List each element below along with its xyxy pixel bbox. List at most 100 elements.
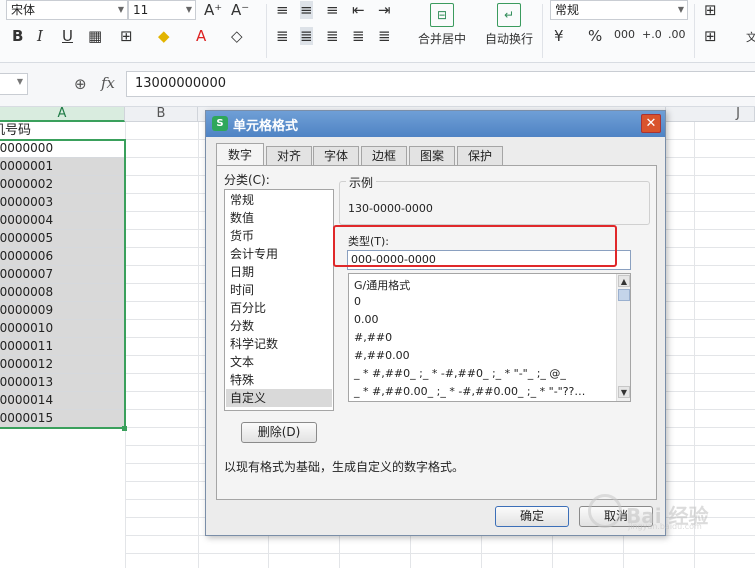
- tab-border[interactable]: 边框: [361, 146, 407, 165]
- align-top-icon[interactable]: ≡: [276, 1, 289, 19]
- thousands-button[interactable]: 000: [614, 28, 635, 41]
- decrease-decimal-button[interactable]: .00: [668, 28, 686, 41]
- highlight-annotation: [333, 225, 617, 267]
- formula-bar: ▼ ⊕ fx 13000000000: [0, 63, 755, 107]
- category-list[interactable]: 常规 数值 货币 会计专用 日期 时间 百分比 分数 科学记数 文本 特殊 自定义: [224, 189, 334, 411]
- wrap-text-button[interactable]: ↵ 自动换行: [478, 3, 540, 47]
- column-header-j[interactable]: J: [666, 107, 755, 122]
- category-item[interactable]: 日期: [226, 263, 332, 281]
- cell-a4[interactable]: 00000002: [0, 176, 124, 194]
- delete-button[interactable]: 删除(D): [241, 422, 317, 443]
- tab-protection[interactable]: 保护: [457, 146, 503, 165]
- category-item[interactable]: 时间: [226, 281, 332, 299]
- category-item[interactable]: 自定义: [226, 389, 332, 407]
- cell-a8[interactable]: 00000006: [0, 248, 124, 266]
- currency-icon[interactable]: ¥: [554, 27, 564, 45]
- format-item[interactable]: #,##0.00: [354, 349, 410, 362]
- category-item[interactable]: 常规: [226, 191, 332, 209]
- category-item[interactable]: 分数: [226, 317, 332, 335]
- shrink-font-button[interactable]: A⁻: [231, 1, 249, 19]
- border-icon[interactable]: ▦: [88, 27, 102, 45]
- cell-a14[interactable]: 00000012: [0, 356, 124, 374]
- cell-a3[interactable]: 00000001: [0, 158, 124, 176]
- column-header-b[interactable]: B: [125, 107, 198, 122]
- cell-a12[interactable]: 00000010: [0, 320, 124, 338]
- format-item[interactable]: 0.00: [354, 313, 379, 326]
- conditional-format-icon[interactable]: ⊞: [704, 1, 717, 19]
- cell-a10[interactable]: 00000008: [0, 284, 124, 302]
- font-color-icon[interactable]: A: [196, 27, 206, 45]
- merge-center-button[interactable]: ⊟ 合并居中: [410, 3, 474, 47]
- format-icon[interactable]: ⊞: [120, 27, 133, 45]
- tab-number[interactable]: 数字: [216, 143, 264, 166]
- bold-button[interactable]: B: [12, 27, 23, 45]
- align-left-icon[interactable]: ≣: [276, 27, 289, 45]
- font-size-select[interactable]: 11 ▼: [128, 0, 196, 20]
- dialog-titlebar[interactable]: S 单元格格式 ✕: [206, 111, 665, 137]
- cell-a2[interactable]: 00000000: [0, 140, 124, 158]
- tab-pattern[interactable]: 图案: [409, 146, 455, 165]
- percent-button[interactable]: %: [588, 27, 602, 45]
- category-item[interactable]: 会计专用: [226, 245, 332, 263]
- cell-a15[interactable]: 00000013: [0, 374, 124, 392]
- scroll-down-icon[interactable]: ▼: [618, 386, 630, 398]
- format-list[interactable]: _ * #,##0.00_ ;_ * -#,##0.00_ ;_ * "-"??…: [348, 273, 631, 402]
- format-item[interactable]: #,##0: [354, 331, 392, 344]
- category-item[interactable]: 文本: [226, 353, 332, 371]
- align-right-icon[interactable]: ≣: [326, 27, 339, 45]
- format-item[interactable]: _ * #,##0_ ;_ * -#,##0_ ;_ * "-"_ ;_ @_: [354, 367, 566, 380]
- merge-center-label: 合并居中: [417, 32, 466, 46]
- column-header-a[interactable]: A: [0, 107, 125, 122]
- cell-a6[interactable]: 00000004: [0, 212, 124, 230]
- align-middle-icon[interactable]: ≡: [300, 1, 313, 19]
- distribute-icon[interactable]: ≣: [378, 27, 391, 45]
- cell-a13[interactable]: 00000011: [0, 338, 124, 356]
- close-button[interactable]: ✕: [641, 114, 661, 133]
- grow-font-button[interactable]: A⁺: [204, 1, 222, 19]
- cell-a1[interactable]: 机号码: [0, 122, 124, 140]
- zoom-icon[interactable]: ⊕: [74, 75, 87, 93]
- hint-text: 以现有格式为基础，生成自定义的数字格式。: [224, 460, 465, 474]
- cell-a11[interactable]: 00000009: [0, 302, 124, 320]
- align-center-icon[interactable]: ≣: [300, 27, 313, 45]
- ok-button[interactable]: 确定: [495, 506, 569, 527]
- format-item[interactable]: _ * #,##0.00_ ;_ * -#,##0.00_ ;_ * "-"??…: [354, 385, 585, 398]
- name-box[interactable]: ▼: [0, 73, 28, 95]
- scroll-thumb[interactable]: [618, 289, 630, 301]
- number-format-select[interactable]: 常规 ▼: [550, 0, 688, 20]
- formula-input[interactable]: 13000000000: [126, 71, 755, 97]
- cell-a16[interactable]: 00000014: [0, 392, 124, 410]
- eraser-icon[interactable]: ◇: [231, 27, 243, 45]
- font-name-select[interactable]: 宋体 ▼: [6, 0, 128, 20]
- format-item[interactable]: 0: [354, 295, 361, 308]
- increase-decimal-button[interactable]: +.0: [642, 28, 662, 41]
- table-style-icon[interactable]: ⊞: [704, 27, 717, 45]
- cell-a5[interactable]: 00000003: [0, 194, 124, 212]
- category-item[interactable]: 百分比: [226, 299, 332, 317]
- chevron-down-icon: ▼: [677, 5, 684, 14]
- fx-icon[interactable]: fx: [101, 74, 115, 92]
- cell-a7[interactable]: 00000005: [0, 230, 124, 248]
- cell-a17[interactable]: 00000015: [0, 410, 124, 428]
- align-bottom-icon[interactable]: ≡: [326, 1, 339, 19]
- underline-button[interactable]: U: [62, 27, 73, 45]
- justify-icon[interactable]: ≣: [352, 27, 365, 45]
- category-item[interactable]: 特殊: [226, 371, 332, 389]
- tab-alignment[interactable]: 对齐: [266, 146, 312, 165]
- tab-font[interactable]: 字体: [313, 146, 359, 165]
- category-item[interactable]: 货币: [226, 227, 332, 245]
- scroll-up-icon[interactable]: ▲: [618, 275, 630, 287]
- category-label: 分类(C):: [224, 173, 270, 187]
- italic-button[interactable]: I: [37, 27, 43, 45]
- fill-color-icon[interactable]: ◆: [158, 27, 170, 45]
- category-item[interactable]: 数值: [226, 209, 332, 227]
- indent-decrease-icon[interactable]: ⇤: [352, 1, 365, 19]
- format-list-scrollbar[interactable]: ▲ ▼: [616, 274, 630, 401]
- more-icon[interactable]: 文: [746, 29, 755, 45]
- indent-increase-icon[interactable]: ⇥: [378, 1, 391, 19]
- fill-handle[interactable]: [122, 426, 127, 431]
- cell-a9[interactable]: 00000007: [0, 266, 124, 284]
- category-item[interactable]: 科学记数: [226, 335, 332, 353]
- format-item[interactable]: G/通用格式: [354, 277, 410, 293]
- cancel-button[interactable]: 取消: [579, 506, 653, 527]
